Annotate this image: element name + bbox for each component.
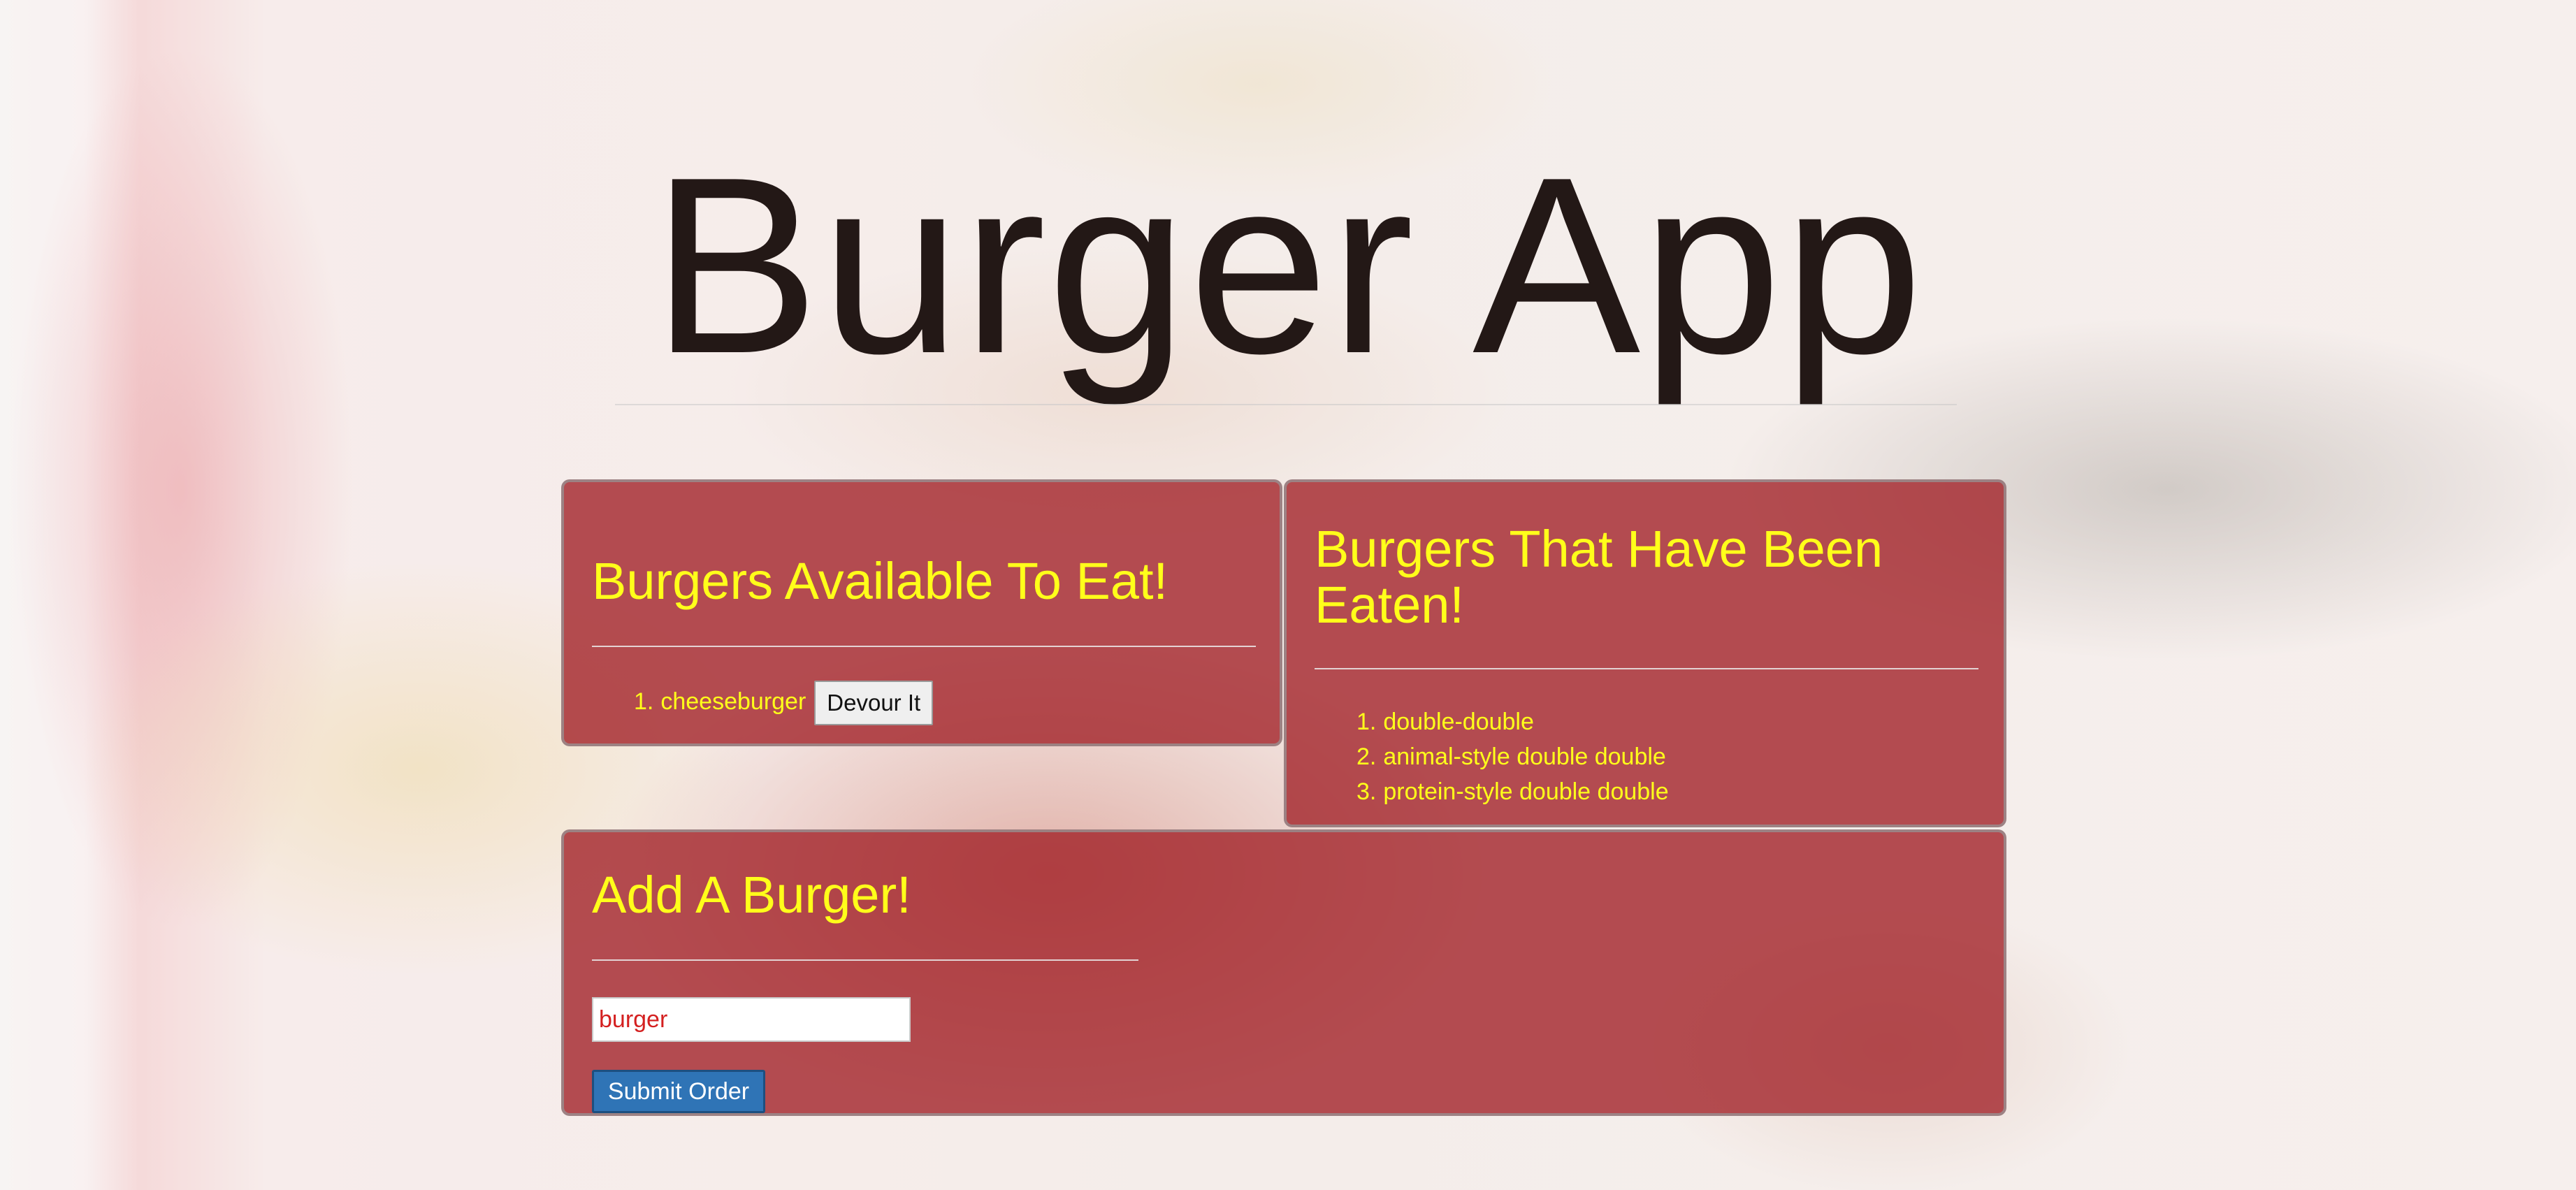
burger-name: protein-style double double — [1383, 778, 1669, 805]
list-item: 2. animal-style double double — [1356, 743, 1666, 770]
add-heading: Add A Burger! — [592, 866, 911, 924]
eaten-divider — [1315, 668, 1978, 669]
eaten-heading: Burgers That Have Been Eaten! — [1315, 520, 1883, 634]
add-burger-panel: Add A Burger! Submit Order — [561, 829, 2006, 1116]
burger-name: cheeseburger — [660, 688, 806, 715]
eaten-list: 1. double-double 2. animal-style double do… — [1356, 704, 1669, 809]
title-divider — [615, 404, 1957, 405]
available-heading: Burgers Available To Eat! — [592, 552, 1168, 610]
available-divider — [592, 646, 1256, 647]
available-burgers-panel: Burgers Available To Eat! 1. cheeseburger… — [561, 479, 1282, 746]
add-divider — [592, 959, 1138, 961]
list-item: 1. cheeseburger Devour It — [634, 681, 934, 725]
list-item: 3. protein-style double double — [1356, 778, 1669, 805]
devour-button[interactable]: Devour It — [814, 681, 934, 725]
list-item: 1. double-double — [1356, 709, 1534, 735]
burger-name: animal-style double double — [1383, 743, 1666, 770]
burger-name: double-double — [1383, 709, 1534, 735]
submit-order-button[interactable]: Submit Order — [592, 1070, 765, 1113]
available-list: 1. cheeseburger Devour It — [634, 681, 934, 725]
eaten-burgers-panel: Burgers That Have Been Eaten! 1. double-d… — [1284, 479, 2006, 827]
page-title: Burger App — [651, 125, 1925, 406]
burger-name-input[interactable] — [592, 997, 911, 1042]
